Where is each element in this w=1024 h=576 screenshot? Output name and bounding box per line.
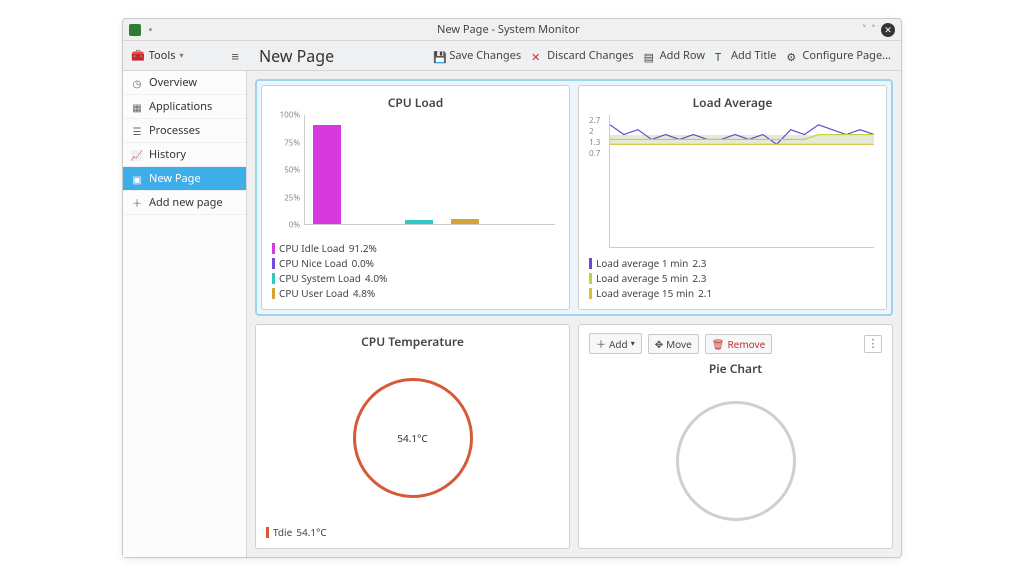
panel-title: Load Average [589,94,876,111]
save-icon: 💾 [433,50,445,62]
add-row-icon: ▤ [644,50,656,62]
tools-menu[interactable]: 🧰 Tools ▾ [131,48,183,63]
sidebar: ◷ Overview ▦ Applications ☰ Processes 📈 … [123,71,247,557]
move-icon: ✥ [655,337,663,351]
panel-title: Pie Chart [589,360,882,377]
add-title-icon: T [715,50,727,62]
discard-changes-button[interactable]: ✕ Discard Changes [531,48,634,63]
legend-item: CPU Idle Load 91.2% [272,241,559,256]
cpu-temp-legend: Tdie 54.1°C [266,525,559,540]
chart-icon: 📈 [131,149,143,161]
y-axis-labels: 2.7 2 1.3 0.7 [589,115,607,248]
tools-label: Tools [149,48,176,63]
list-icon: ☰ [131,125,143,137]
sidebar-header: 🧰 Tools ▾ ≡ [123,47,247,65]
plus-icon: ＋ [596,336,606,351]
add-title-button[interactable]: T Add Title [715,48,776,63]
titlebar: ⋆ New Page - System Monitor ˅ ˄ ✕ [123,19,901,41]
legend-item: CPU System Load 4.0% [272,271,559,286]
window-title: New Page - System Monitor [154,22,863,37]
legend-item: Load average 1 min 2.3 [589,256,876,271]
legend-item: Load average 5 min 2.3 [589,271,876,286]
panel-pie-chart[interactable]: ＋ Add ▾ ✥ Move 🗑 Remove ⋮ [578,324,893,549]
grid-icon: ▦ [131,101,143,113]
sidebar-item-overview[interactable]: ◷ Overview [123,71,246,95]
save-changes-button[interactable]: 💾 Save Changes [433,48,521,63]
trash-icon: 🗑 [712,337,725,351]
toolbar: 🧰 Tools ▾ ≡ New Page 💾 Save Changes ✕ Di… [123,41,901,71]
app-icon [129,24,141,36]
row-2: CPU Temperature 54.1°C Tdie 54.1°C ＋ Add [255,324,893,549]
legend-item: CPU Nice Load 0.0% [272,256,559,271]
y-axis-labels: 100% 75% 50% 25% 0% [272,115,302,225]
toolbox-icon: 🧰 [131,48,145,63]
panel-title: CPU Temperature [266,333,559,350]
more-menu[interactable]: ⋮ [864,335,882,353]
pie-chart [589,381,882,540]
sidebar-item-applications[interactable]: ▦ Applications [123,95,246,119]
close-button[interactable]: ✕ [881,23,895,37]
page-icon: ▣ [131,173,143,185]
sidebar-item-new-page[interactable]: ▣ New Page [123,167,246,191]
cpu-load-chart: 100% 75% 50% 25% 0% [272,115,559,237]
panel-cpu-load[interactable]: CPU Load 100% 75% 50% 25% 0% [261,85,570,310]
panel-title: CPU Load [272,94,559,111]
row-1[interactable]: CPU Load 100% 75% 50% 25% 0% [255,79,893,316]
move-button[interactable]: ✥ Move [648,334,699,354]
chevron-down-icon: ▾ [631,338,635,349]
minimize-button[interactable]: ˅ [863,22,866,37]
discard-icon: ✕ [531,50,543,62]
content-area: CPU Load 100% 75% 50% 25% 0% [247,71,901,557]
configure-page-button[interactable]: ⚙ Configure Page... [786,48,891,63]
pin-icon[interactable]: ⋆ [147,22,154,37]
cpu-temp-ring: 54.1°C [353,378,473,498]
sidebar-item-add-new-page[interactable]: ＋ Add new page [123,191,246,215]
page-actions: 💾 Save Changes ✕ Discard Changes ▤ Add R… [367,48,901,63]
add-row-button[interactable]: ▤ Add Row [644,48,705,63]
bar [405,220,433,224]
bar [313,125,341,224]
sidebar-item-processes[interactable]: ☰ Processes [123,119,246,143]
cpu-temp-chart: 54.1°C [266,354,559,521]
configure-icon: ⚙ [786,50,798,62]
window-body: ◷ Overview ▦ Applications ☰ Processes 📈 … [123,71,901,557]
panel-cpu-temperature[interactable]: CPU Temperature 54.1°C Tdie 54.1°C [255,324,570,549]
panel-toolbar: ＋ Add ▾ ✥ Move 🗑 Remove ⋮ [589,333,882,354]
remove-button[interactable]: 🗑 Remove [705,334,772,354]
hamburger-menu[interactable]: ≡ [231,47,239,65]
legend-item: Load average 15 min 2.1 [589,286,876,301]
add-button[interactable]: ＋ Add ▾ [589,333,642,354]
speedometer-icon: ◷ [131,77,143,89]
load-average-legend: Load average 1 min 2.3Load average 5 min… [589,256,876,301]
plus-icon: ＋ [131,197,143,209]
cpu-temp-value: 54.1°C [397,431,427,445]
app-window: ⋆ New Page - System Monitor ˅ ˄ ✕ 🧰 Tool… [122,18,902,558]
maximize-button[interactable]: ˄ [872,22,875,37]
sidebar-item-history[interactable]: 📈 History [123,143,246,167]
legend-item: CPU User Load 4.8% [272,286,559,301]
legend-item: Tdie 54.1°C [266,525,559,540]
load-average-chart: 2.7 2 1.3 0.7 [589,115,876,252]
panel-load-average[interactable]: Load Average 2.7 2 1.3 0.7 [578,85,887,310]
pie-ring-empty [676,401,796,521]
page-title: New Page [247,45,367,67]
bar [451,219,479,224]
chevron-down-icon: ▾ [179,50,183,61]
cpu-load-legend: CPU Idle Load 91.2%CPU Nice Load 0.0%CPU… [272,241,559,301]
